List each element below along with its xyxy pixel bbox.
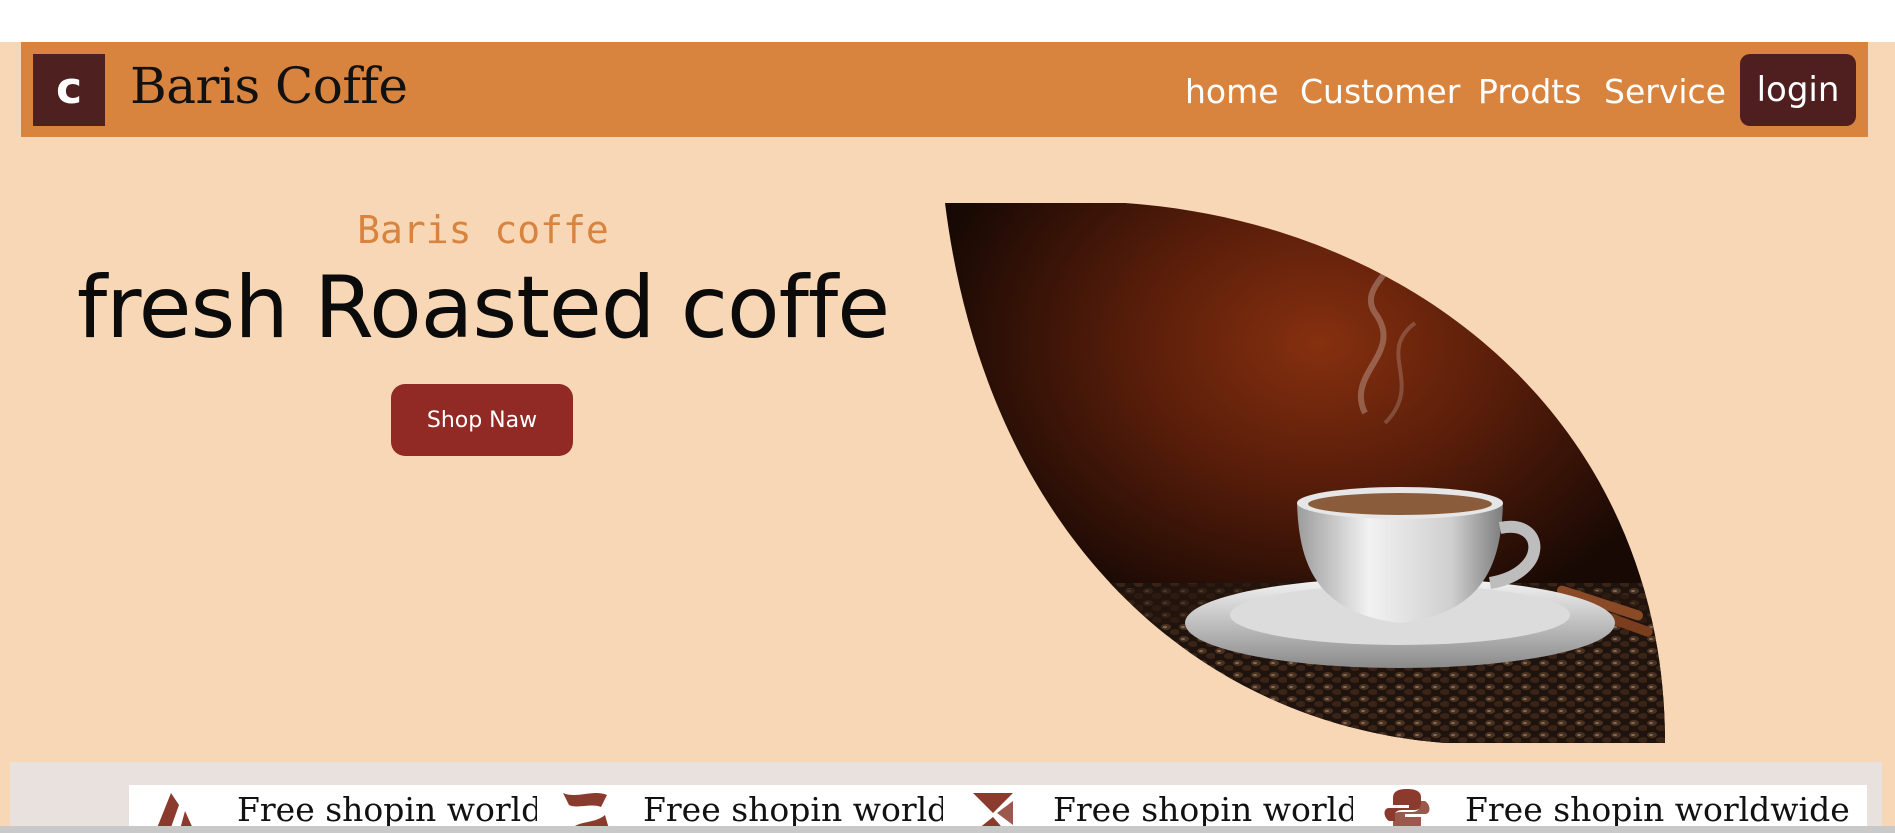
logo-letter: c xyxy=(55,63,83,114)
nav-home[interactable]: home xyxy=(1185,68,1279,116)
shop-now-button[interactable]: Shop Naw xyxy=(391,384,573,456)
login-button[interactable]: login xyxy=(1740,54,1856,126)
hero-title: fresh Roasted coffe xyxy=(76,258,890,358)
nav-service[interactable]: Service xyxy=(1604,68,1726,116)
hero-subtitle: Baris coffe xyxy=(357,208,609,252)
nav-products[interactable]: Prodts xyxy=(1478,68,1581,116)
logo[interactable]: c xyxy=(33,54,105,126)
horizontal-scrollbar[interactable] xyxy=(0,826,1895,833)
brand-name: Baris Coffe xyxy=(130,57,408,115)
nav-customer[interactable]: Customer xyxy=(1300,68,1460,116)
coffee-cup-photo xyxy=(945,203,1665,743)
